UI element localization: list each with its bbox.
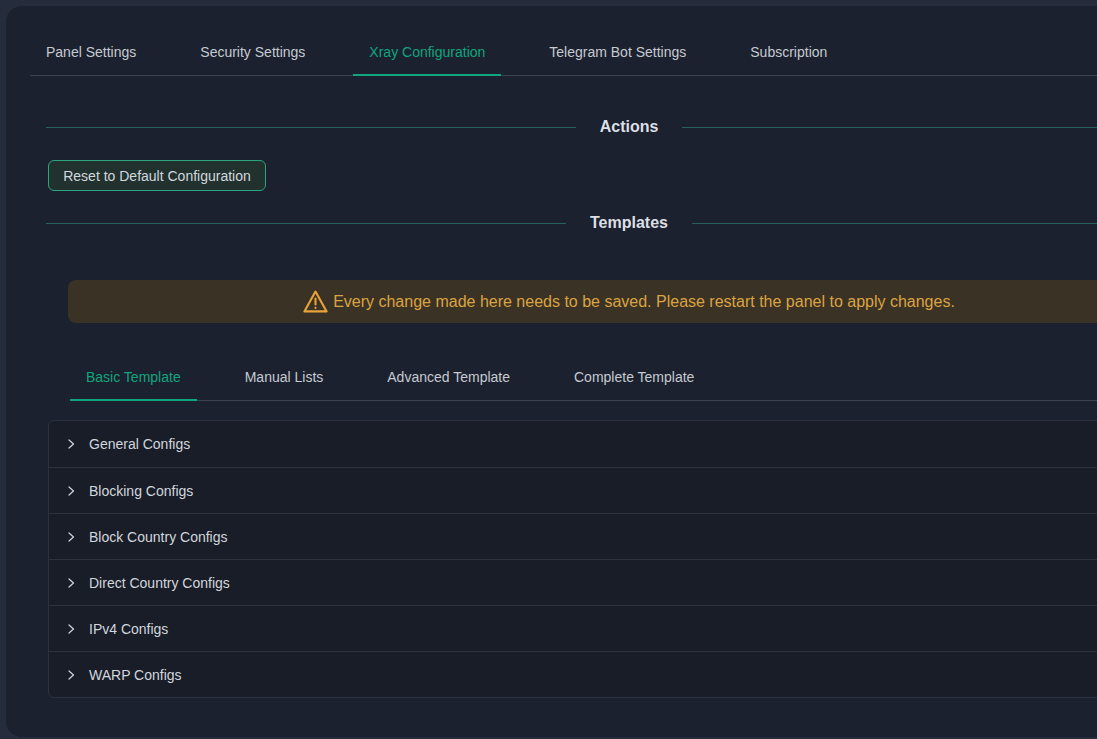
divider-templates: Templates bbox=[46, 211, 1097, 235]
tab-advanced-template[interactable]: Advanced Template bbox=[371, 355, 526, 400]
panel-blocking-configs[interactable]: Blocking Configs bbox=[49, 467, 1097, 513]
config-collapse: General Configs Blocking Configs Block C… bbox=[48, 420, 1097, 698]
main-tabs: Panel Settings Security Settings Xray Co… bbox=[30, 30, 1097, 76]
tab-xray-configuration[interactable]: Xray Configuration bbox=[353, 30, 501, 75]
reset-default-btn[interactable]: Reset to Default Configuration bbox=[48, 160, 266, 191]
xray-settings-page: Panel Settings Security Settings Xray Co… bbox=[0, 0, 1097, 739]
warning-alert: Every change made here needs to be saved… bbox=[68, 280, 1097, 323]
panel-ipv4-configs[interactable]: IPv4 Configs bbox=[49, 605, 1097, 651]
tab-security-settings[interactable]: Security Settings bbox=[184, 30, 321, 75]
divider-actions: Actions bbox=[46, 115, 1097, 139]
panel-warp-configs[interactable]: WARP Configs bbox=[49, 651, 1097, 697]
settings-card: Panel Settings Security Settings Xray Co… bbox=[6, 6, 1097, 737]
panel-block-country-configs[interactable]: Block Country Configs bbox=[49, 513, 1097, 559]
tab-basic-template[interactable]: Basic Template bbox=[70, 355, 197, 400]
tab-panel-settings[interactable]: Panel Settings bbox=[30, 30, 152, 75]
panel-general-configs[interactable]: General Configs bbox=[49, 421, 1097, 467]
tab-subscription[interactable]: Subscription bbox=[734, 30, 843, 75]
tab-telegram-bot-settings[interactable]: Telegram Bot Settings bbox=[533, 30, 702, 75]
tab-complete-template[interactable]: Complete Template bbox=[558, 355, 710, 400]
tab-manual-lists[interactable]: Manual Lists bbox=[229, 355, 340, 400]
panel-direct-country-configs[interactable]: Direct Country Configs bbox=[49, 559, 1097, 605]
template-tabs: Basic Template Manual Lists Advanced Tem… bbox=[70, 355, 1097, 401]
